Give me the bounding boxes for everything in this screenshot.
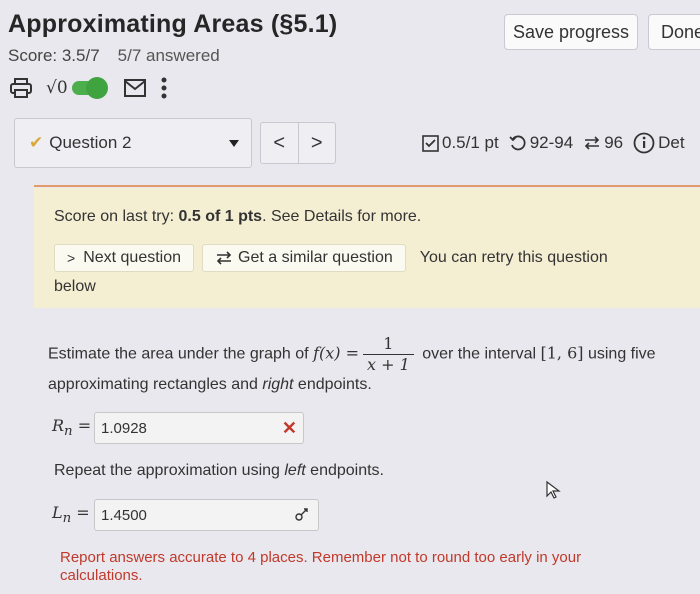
rn-subscript: n bbox=[64, 424, 73, 440]
attempts-text: 92-94 bbox=[529, 133, 574, 152]
ln-subscript: n bbox=[62, 511, 72, 527]
incorrect-x-icon: ✕ bbox=[281, 418, 297, 438]
ln-letter: L bbox=[52, 503, 63, 523]
save-progress-button[interactable]: Save progress bbox=[504, 14, 638, 50]
details-info[interactable]: Det bbox=[633, 132, 685, 154]
rn-letter: R bbox=[52, 416, 65, 436]
printer-icon[interactable] bbox=[10, 78, 32, 98]
prev-question-button[interactable]: < bbox=[261, 123, 299, 163]
score-summary: Score: 3.5/7 5/7 answered bbox=[8, 46, 220, 66]
question-text-2: over the interval bbox=[417, 345, 541, 363]
equation-editor-icon[interactable] bbox=[294, 506, 312, 526]
info-icon bbox=[633, 132, 655, 154]
similar-icon bbox=[585, 136, 600, 150]
similar-question-label: Get a similar question bbox=[238, 249, 393, 266]
mouse-cursor-icon bbox=[546, 480, 561, 499]
chevron-right-icon: > bbox=[67, 250, 76, 266]
ln-value: 1.4500 bbox=[101, 506, 147, 524]
repeat-text-1: Repeat the approximation using bbox=[54, 462, 285, 479]
repeat-text-2: endpoints. bbox=[305, 462, 384, 479]
similar-count: 96 bbox=[604, 133, 624, 152]
retry-text-cont: below bbox=[54, 278, 96, 295]
repeat-text: Repeat the approximation using left endp… bbox=[54, 462, 384, 480]
score-suffix: . See Details for more. bbox=[262, 208, 422, 225]
answered-count: 5/7 answered bbox=[117, 46, 220, 65]
divider bbox=[34, 185, 700, 187]
score-prefix: Score on last try: bbox=[54, 208, 179, 225]
feedback-banner: Score on last try: 0.5 of 1 pts. See Det… bbox=[34, 188, 700, 308]
left-word: left bbox=[284, 462, 306, 479]
last-try-score: Score on last try: 0.5 of 1 pts. See Det… bbox=[54, 208, 700, 226]
interval: [1, 6] bbox=[540, 343, 584, 363]
question-nav-buttons: < > bbox=[260, 122, 336, 164]
question-select-label: Question 2 bbox=[49, 133, 132, 152]
rn-input[interactable]: 1.0928 ✕ bbox=[94, 412, 304, 444]
banner-actions: > Next question Get a similar question Yo… bbox=[54, 244, 700, 272]
next-question-label: Next question bbox=[83, 249, 182, 266]
question-bar: ✔ Question 2 < > 0.5/1 pt 92-94 96 Det bbox=[0, 118, 700, 172]
instruction-note: Report answers accurate to 4 places. Rem… bbox=[60, 549, 582, 584]
rn-label: Rn = bbox=[52, 416, 92, 440]
score-value: 0.5 of 1 pts bbox=[178, 208, 263, 225]
chevron-down-icon bbox=[229, 140, 239, 147]
score-text: Score: 3.5/7 bbox=[8, 46, 100, 65]
mail-icon[interactable] bbox=[123, 79, 146, 97]
checkbox-icon bbox=[422, 134, 439, 152]
function-label: f(x) = bbox=[313, 343, 359, 363]
next-question-button[interactable]: > Next question bbox=[54, 244, 195, 272]
ln-label: Ln = bbox=[52, 503, 90, 527]
retry-text: You can retry this question bbox=[419, 249, 608, 266]
right-word: right bbox=[262, 376, 294, 393]
fraction: 1x + 1 bbox=[362, 334, 414, 375]
details-label: Det bbox=[658, 133, 685, 152]
rn-answer-row: Rn = 1.0928 ✕ bbox=[52, 412, 304, 444]
ln-answer-row: Ln = 1.4500 bbox=[52, 499, 319, 531]
question-text: Estimate the area under the graph of f(x… bbox=[48, 334, 698, 395]
similar-question-button[interactable]: Get a similar question bbox=[202, 244, 406, 272]
similar-icon bbox=[216, 251, 232, 265]
math-toggle[interactable]: √0 bbox=[46, 77, 108, 99]
fraction-numerator: 1 bbox=[383, 334, 394, 353]
done-button[interactable]: Done bbox=[648, 14, 700, 50]
question-text-4: endpoints. bbox=[293, 376, 372, 393]
question-text-1: Estimate the area under the graph of bbox=[48, 345, 314, 363]
question-select[interactable]: ✔ Question 2 bbox=[14, 118, 252, 168]
toggle-track bbox=[71, 77, 108, 99]
rn-value: 1.0928 bbox=[101, 419, 147, 437]
points-info: 0.5/1 pt bbox=[422, 133, 499, 153]
toolbar: √0 bbox=[10, 76, 182, 100]
points-text: 0.5/1 pt bbox=[442, 133, 499, 152]
question-meta: 0.5/1 pt 92-94 96 Det bbox=[422, 132, 695, 154]
attempts-info: 92-94 bbox=[509, 133, 573, 153]
ln-input[interactable]: 1.4500 bbox=[94, 499, 319, 531]
page-title: Approximating Areas (§5.1) bbox=[8, 10, 338, 38]
sqrt-label: √0 bbox=[46, 78, 68, 98]
similar-info: 96 bbox=[583, 133, 623, 153]
toggle-knob bbox=[85, 77, 108, 99]
retry-icon bbox=[509, 135, 526, 151]
fraction-denominator: x + 1 bbox=[362, 354, 414, 375]
partial-check-icon: ✔ bbox=[29, 133, 44, 152]
more-icon[interactable] bbox=[160, 77, 168, 99]
next-question-arrow-button[interactable]: > bbox=[299, 123, 336, 163]
